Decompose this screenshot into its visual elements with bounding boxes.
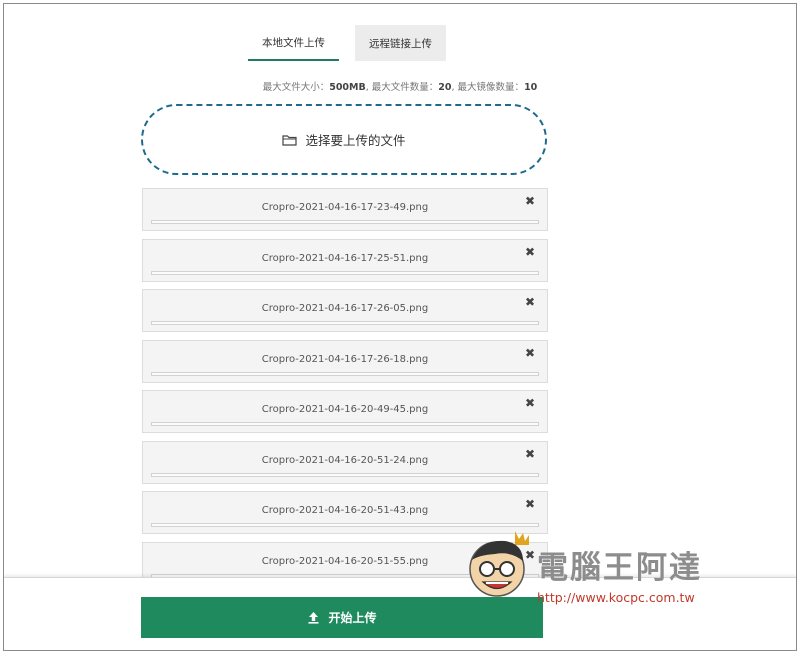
count-limit-label: , 最大文件数量： bbox=[365, 82, 439, 93]
file-name: Cropro-2021-04-16-17-25-51.png bbox=[261, 252, 429, 264]
dropzone-label: 选择要上传的文件 bbox=[305, 133, 406, 148]
file-name: Cropro-2021-04-16-20-51-43.png bbox=[261, 505, 429, 516]
size-limit-value: 500MB bbox=[329, 82, 366, 93]
count-limit-value: 20 bbox=[438, 82, 452, 93]
file-list-item: Cropro-2021-04-16-20-51-24.png ✖ bbox=[142, 440, 548, 484]
start-upload-label: 开始上传 bbox=[328, 611, 377, 625]
file-name: Cropro-2021-04-16-17-26-05.png bbox=[261, 303, 429, 314]
upload-progress-bar bbox=[151, 220, 539, 224]
mirror-limit-value: 10 bbox=[524, 82, 538, 93]
file-name: Cropro-2021-04-16-17-23-49.png bbox=[261, 202, 429, 213]
file-list-item: Cropro-2021-04-16-20-49-45.png ✖ bbox=[142, 390, 548, 433]
file-list-item: Cropro-2021-04-16-17-26-18.png ✖ bbox=[142, 339, 548, 383]
remove-file-icon[interactable]: ✖ bbox=[525, 246, 535, 258]
page-frame: 本地文件上传 远程链接上传 最大文件大小：500MB, 最大文件数量：20, 最… bbox=[3, 3, 797, 651]
upload-progress-bar bbox=[151, 422, 539, 426]
upload-progress-bar bbox=[151, 270, 539, 275]
file-name: Cropro-2021-04-16-20-49-45.png bbox=[261, 404, 429, 415]
file-list-item: Cropro-2021-04-16-17-25-51.png ✖ bbox=[142, 238, 548, 282]
tab-remote-upload[interactable]: 远程链接上传 bbox=[355, 25, 446, 61]
upload-mode-tabs: 本地文件上传 远程链接上传 bbox=[248, 25, 446, 61]
remove-file-icon[interactable]: ✖ bbox=[525, 397, 535, 409]
file-list-item: Cropro-2021-04-16-17-26-05.png ✖ bbox=[142, 289, 548, 332]
upload-progress-bar bbox=[151, 321, 539, 325]
upload-progress-bar bbox=[151, 472, 539, 477]
folder-icon bbox=[282, 134, 298, 146]
watermark-url: http://www.kocpc.com.tw bbox=[537, 590, 695, 605]
mirror-limit-label: , 最大镜像数量： bbox=[451, 82, 525, 93]
upload-limits: 最大文件大小：500MB, 最大文件数量：20, 最大镜像数量：10 bbox=[4, 79, 796, 93]
remove-file-icon[interactable]: ✖ bbox=[525, 347, 535, 359]
watermark-text: 電腦王阿達 bbox=[537, 550, 702, 586]
remove-file-icon[interactable]: ✖ bbox=[525, 296, 535, 308]
file-list-item: Cropro-2021-04-16-17-23-49.png ✖ bbox=[142, 188, 548, 231]
file-name: Cropro-2021-04-16-20-51-24.png bbox=[261, 454, 429, 466]
remove-file-icon[interactable]: ✖ bbox=[525, 498, 535, 510]
mascot-logo-icon bbox=[469, 531, 529, 597]
file-name: Cropro-2021-04-16-17-26-18.png bbox=[261, 353, 429, 365]
tab-local-upload[interactable]: 本地文件上传 bbox=[248, 25, 339, 61]
size-limit-label: 最大文件大小： bbox=[262, 82, 330, 93]
watermark: 電腦王阿達 http://www.kocpc.com.tw bbox=[459, 527, 759, 611]
upload-icon bbox=[308, 612, 319, 624]
file-dropzone[interactable]: 选择要上传的文件 bbox=[141, 104, 547, 175]
remove-file-icon[interactable]: ✖ bbox=[525, 448, 535, 460]
upload-progress-bar bbox=[151, 371, 539, 376]
remove-file-icon[interactable]: ✖ bbox=[525, 195, 535, 207]
